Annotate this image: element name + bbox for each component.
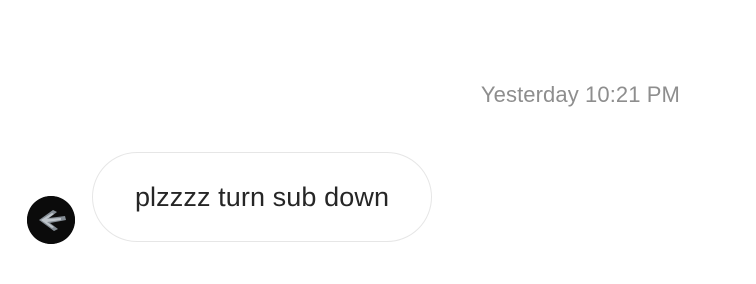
message-timestamp: Yesterday 10:21 PM [480, 82, 680, 107]
sender-avatar[interactable] [27, 196, 75, 244]
message-bubble[interactable]: plzzzz turn sub down [92, 152, 432, 242]
avatar-image-icon [27, 196, 75, 244]
message-text: plzzzz turn sub down [134, 181, 390, 212]
